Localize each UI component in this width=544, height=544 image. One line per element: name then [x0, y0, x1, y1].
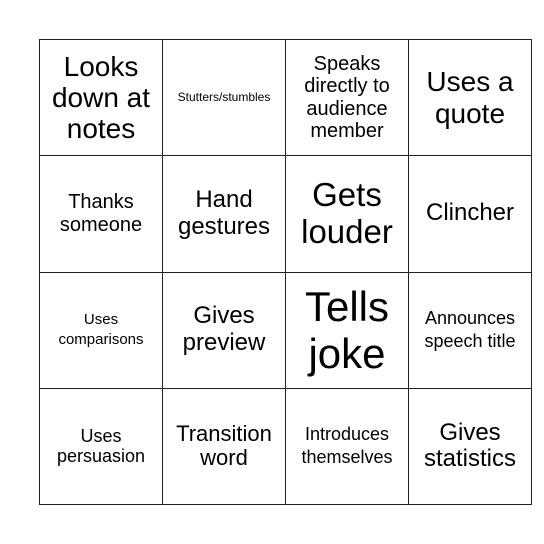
bingo-cell[interactable]: Announces speech title: [408, 271, 532, 389]
bingo-cell[interactable]: Speaks directly to audience member: [285, 38, 409, 157]
bingo-cell[interactable]: Hand gestures: [162, 155, 286, 273]
bingo-cell[interactable]: Stutters/stumbles: [162, 38, 286, 157]
bingo-cell[interactable]: Gives statistics: [408, 387, 532, 506]
bingo-cell[interactable]: Uses comparisons: [39, 271, 163, 389]
bingo-cell[interactable]: Gets louder: [285, 155, 409, 273]
bingo-row: Uses comparisons Gives preview Tells jok…: [39, 271, 532, 389]
bingo-cell[interactable]: Thanks someone: [39, 155, 163, 273]
bingo-cell[interactable]: Uses a quote: [408, 38, 532, 157]
bingo-cell[interactable]: Gives preview: [162, 271, 286, 389]
bingo-row: Thanks someone Hand gestures Gets louder…: [39, 155, 532, 273]
bingo-cell[interactable]: Uses persuasion: [39, 387, 163, 506]
bingo-row: Looks down at notes Stutters/stumbles Sp…: [39, 38, 532, 157]
bingo-row: Uses persuasion Transition word Introduc…: [39, 387, 532, 506]
bingo-cell[interactable]: Tells joke: [285, 271, 409, 389]
bingo-cell[interactable]: Clincher: [408, 155, 532, 273]
bingo-cell[interactable]: Introduces themselves: [285, 387, 409, 506]
bingo-board: Looks down at notes Stutters/stumbles Sp…: [39, 38, 532, 506]
bingo-cell[interactable]: Looks down at notes: [39, 38, 163, 157]
bingo-cell[interactable]: Transition word: [162, 387, 286, 506]
